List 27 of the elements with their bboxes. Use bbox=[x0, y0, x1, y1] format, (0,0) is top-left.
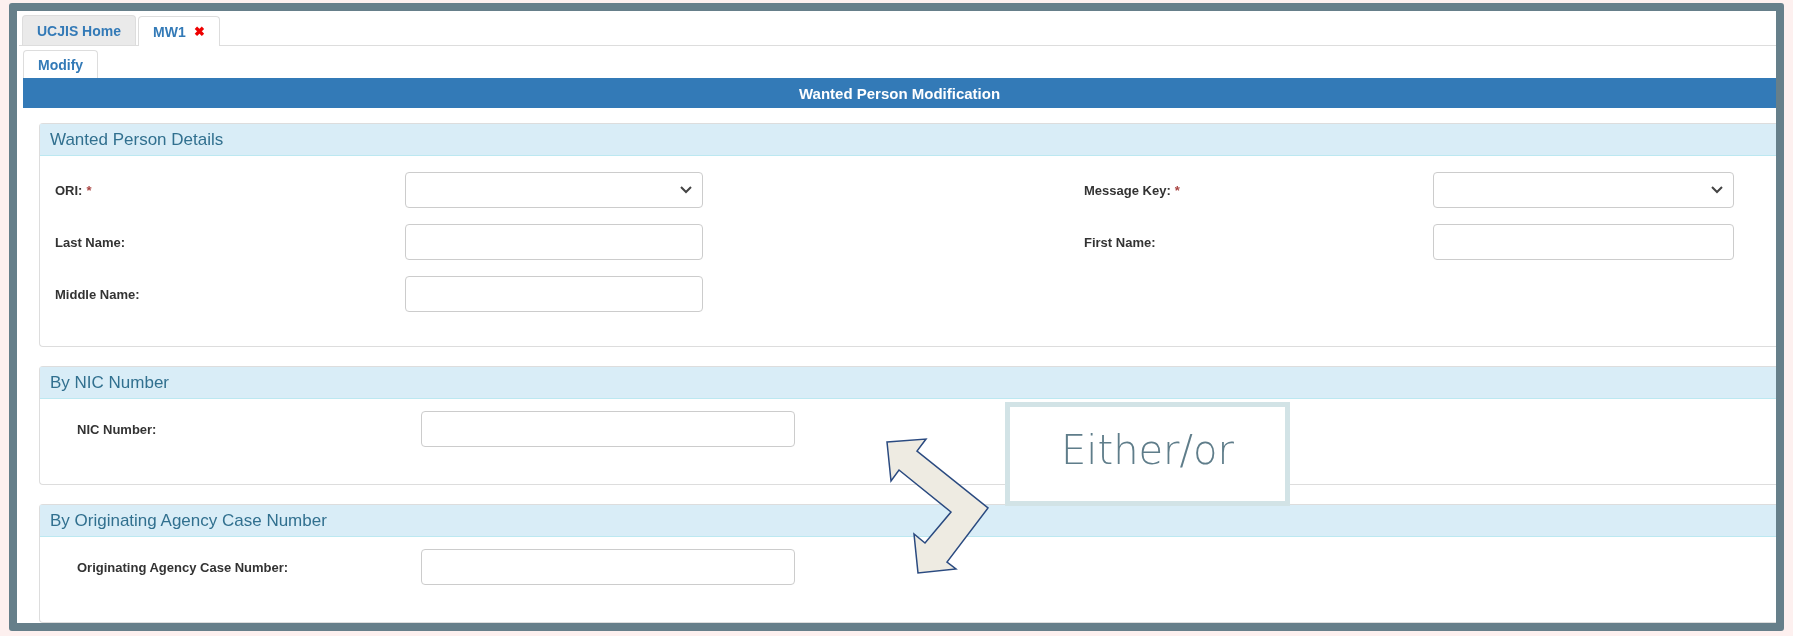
title-bar: Wanted Person Modification bbox=[23, 78, 1776, 108]
required-marker: * bbox=[86, 182, 92, 198]
field-label: First Name: bbox=[1084, 234, 1157, 250]
field-label: Last Name: bbox=[55, 234, 127, 250]
field-label: ORI: * bbox=[55, 182, 93, 198]
close-icon[interactable]: ✖ bbox=[193, 24, 205, 39]
text-field[interactable] bbox=[421, 549, 795, 585]
text-field[interactable] bbox=[405, 276, 703, 312]
section-header: By NIC Number bbox=[40, 367, 1776, 399]
select-field[interactable] bbox=[405, 172, 703, 208]
required-marker: * bbox=[1174, 182, 1180, 198]
field-label: Middle Name: bbox=[55, 286, 141, 302]
chevron-down-icon bbox=[680, 186, 692, 194]
field-label: NIC Number: bbox=[77, 421, 158, 437]
section-header: By Originating Agency Case Number bbox=[40, 505, 1776, 537]
section-header: Wanted Person Details bbox=[40, 124, 1776, 156]
chevron-down-icon bbox=[1711, 186, 1723, 194]
tab[interactable]: Modify bbox=[23, 50, 99, 78]
text-field[interactable] bbox=[421, 411, 795, 447]
tab[interactable]: MW1 ✖ bbox=[138, 16, 220, 46]
text-field[interactable] bbox=[1433, 224, 1734, 260]
tab[interactable]: UCJIS Home bbox=[22, 15, 137, 45]
callout-label: Either/or bbox=[1005, 402, 1290, 506]
field-label: Originating Agency Case Number: bbox=[77, 559, 290, 575]
field-label: Message Key: * bbox=[1084, 182, 1181, 198]
select-field[interactable] bbox=[1433, 172, 1734, 208]
text-field[interactable] bbox=[405, 224, 703, 260]
